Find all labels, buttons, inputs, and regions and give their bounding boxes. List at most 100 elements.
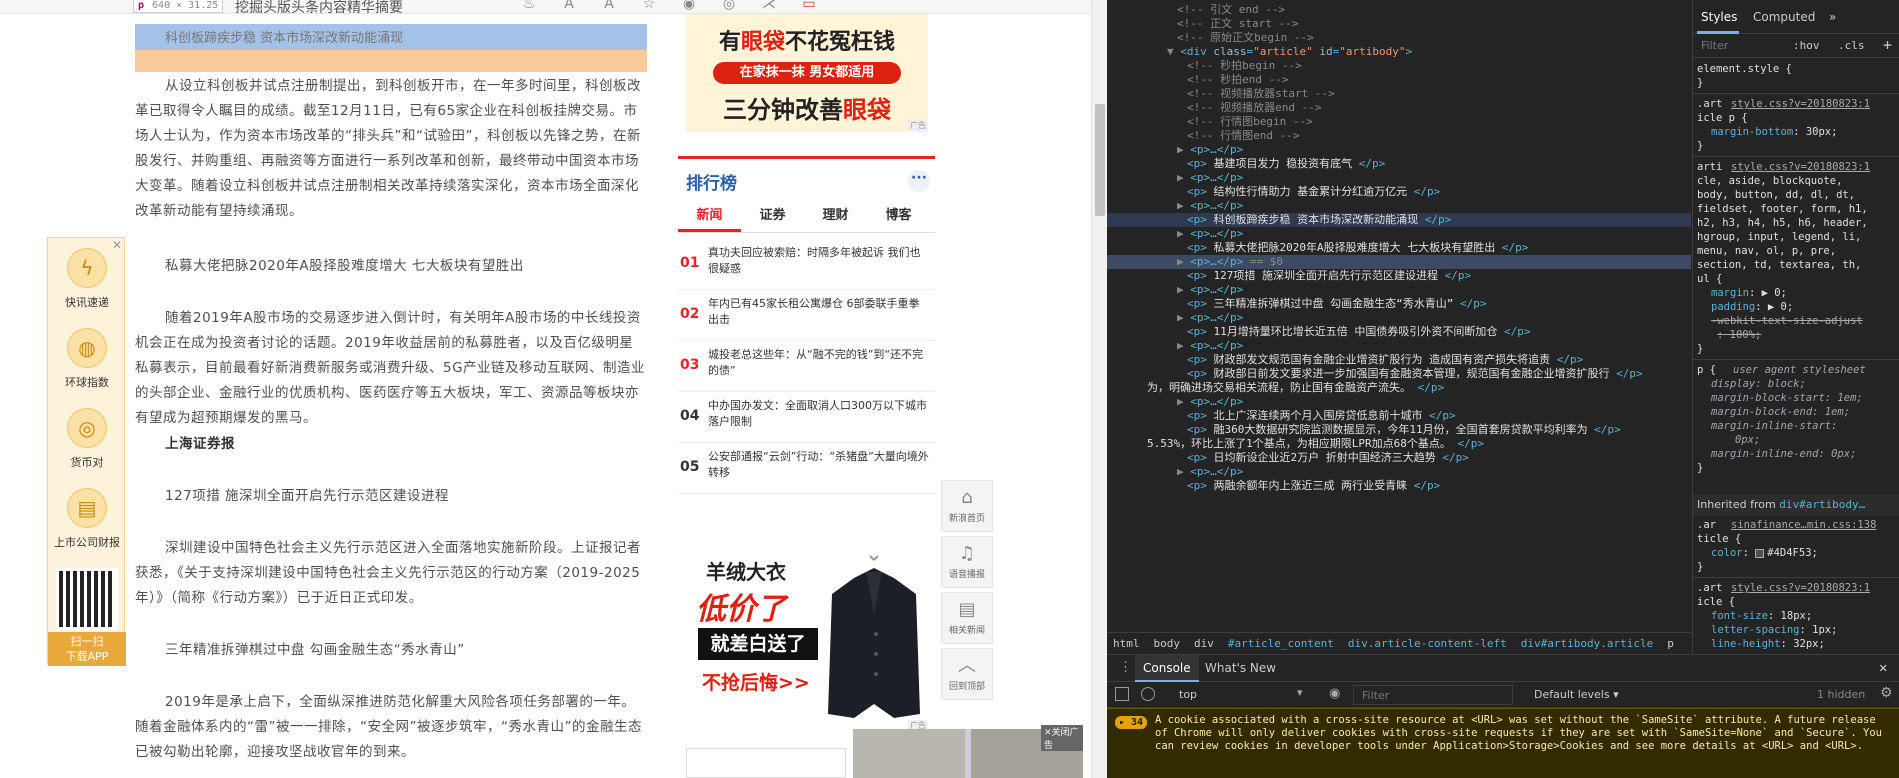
rank-headline[interactable]: 年内已有45家长租公寓爆仓 6部委联手重拳出击 [708,296,930,328]
expand-arrow-icon[interactable]: ▶ [1177,283,1190,296]
related-news-button[interactable]: ▤ 相关新闻 [941,592,993,644]
breadcrumb-item[interactable]: div.article-content-left [1348,637,1507,650]
sidebar-toggle-icon[interactable] [1115,687,1129,701]
photo-ad-strip[interactable]: ✕关闭广告 [853,725,1083,778]
css-property[interactable]: padding [1711,301,1755,313]
currency-pair-button[interactable]: ◎ 货币对 [48,408,126,470]
console-warning[interactable]: ▸ 34 A cookie associated with a cross-si… [1107,708,1899,778]
share-icon[interactable]: ⋌ [760,0,778,12]
clear-console-icon[interactable] [1141,687,1155,701]
weibo-icon[interactable]: ◉ [680,0,698,12]
breadcrumb-item[interactable]: p [1667,637,1674,650]
chevron-down-icon[interactable]: ▾ [1297,686,1303,699]
expand-arrow-icon[interactable]: ▶ [1177,227,1190,240]
ranking-item[interactable]: 01 真功夫回应被索赔：时隔多年被起诉 我们也很疑惑 [678,239,935,290]
new-rule-button[interactable]: + [1883,36,1892,54]
expand-arrow-icon[interactable]: ▶ [1177,311,1190,324]
expand-arrow-icon[interactable]: ▶ [1177,143,1190,156]
dom-node-row[interactable]: ▶ <p>…</p> [1107,171,1691,185]
dom-node-row[interactable]: <p> 财政部发文规范国有金融企业增资扩股行为 造成国有资产损失将追责 </p> [1107,353,1691,367]
dom-node-row[interactable]: ▼ <div class="article" id="artibody"> [1107,45,1691,59]
css-value[interactable]: : 18px; [1768,610,1812,622]
dom-node-row[interactable]: ▶ <p>…</p> [1107,465,1691,479]
expand-arrow-icon[interactable]: ▶ [1177,199,1190,212]
dom-node-row[interactable]: <p> 私募大佬把脉2020年A股择股难度增大 七大板块有望胜出 </p> [1107,241,1691,255]
dom-node-row[interactable]: <p> 127项措 施深圳全面开启先行示范区建设进程 </p> [1107,269,1691,283]
breadcrumb-item[interactable]: html [1113,637,1140,650]
dom-node-row[interactable]: <p> 日均新设企业近2万户 折射中国经济三大趋势 </p> [1107,451,1691,465]
overridden-value[interactable]: : 100%; [1717,329,1761,341]
css-value[interactable]: : 30px; [1793,126,1837,138]
dom-node-row[interactable]: <!-- 视频播放器start --> [1107,87,1691,101]
dom-node-row[interactable]: <!-- 正文 start --> [1107,17,1691,31]
css-property[interactable]: font-size [1711,610,1768,622]
class-toggle[interactable]: .cls [1838,39,1865,52]
dom-node-row[interactable]: ▶ <p>…</p> [1107,395,1691,409]
ranking-item[interactable]: 02 年内已有45家长租公寓爆仓 6部委联手重拳出击 [678,290,935,341]
css-value[interactable]: : ▶ 0; [1755,301,1793,313]
css-value[interactable]: #4D4F53; [1767,547,1818,559]
css-value[interactable]: : ▶ 0; [1749,287,1787,299]
dom-node-row[interactable]: <p> 北上广深连续两个月入围房贷低息前十城市 </p> [1107,409,1691,423]
log-levels-dropdown[interactable]: Default levels ▾ [1534,688,1619,701]
dom-node-row[interactable]: <p> 财政部日前发文要求进一步加强国有金融资本管理，规范国有金融企业增资扩股行… [1107,367,1691,381]
css-property[interactable]: margin-bottom [1711,126,1793,138]
stylesheet-link[interactable]: sinafinance…min.css:138 [1731,518,1876,533]
color-swatch-icon[interactable] [1755,548,1765,558]
overridden-property[interactable]: -webkit-text-size-adjust [1711,315,1863,327]
dom-node-row[interactable]: ▶ <p>…</p> [1107,199,1691,213]
comment-icon[interactable]: ▭ [800,0,818,12]
font-smaller-icon[interactable]: A [600,0,618,12]
wechat-icon[interactable]: ◎ [720,0,738,12]
download-app-label[interactable]: 扫一扫 下载APP [48,632,126,666]
close-ad-button[interactable]: ✕关闭广告 [1041,725,1083,751]
dom-node-row[interactable]: <p> 基建项目发力 稳投资有底气 </p> [1107,157,1691,171]
breadcrumb-item[interactable]: div [1194,637,1214,650]
tab-blog[interactable]: 博客 [867,203,930,232]
breadcrumb-item[interactable]: body [1154,637,1181,650]
tab-more[interactable]: » [1829,10,1836,24]
styles-filter-input[interactable]: Filter [1701,39,1728,52]
stylesheet-link[interactable]: style.css?v=20180823:1 [1731,97,1870,112]
dom-node-row[interactable]: <!-- 秒拍begin --> [1107,59,1691,73]
favorite-icon[interactable]: ☆ [640,0,658,12]
expand-arrow-icon[interactable]: ▶ [1177,171,1190,184]
expand-arrow-icon[interactable]: ▶ [1177,255,1190,268]
dom-node-row[interactable]: <!-- 引文 end --> [1107,3,1691,17]
css-value[interactable]: : 32px; [1781,638,1825,650]
css-property[interactable]: letter-spacing [1711,624,1800,636]
dom-node-row[interactable]: <p> 两融余额年内上涨近三成 两行业受青睐 </p> [1107,479,1691,493]
dom-node-row[interactable]: <!-- 行情图end --> [1107,129,1691,143]
breadcrumb-item[interactable]: div#artibody.article [1521,637,1653,650]
css-value[interactable]: : 1px; [1800,624,1838,636]
dom-node-row[interactable]: 为，明确进场交易相关流程，防止国有金融资产流失。 </p> [1107,381,1691,395]
inherited-element[interactable]: div#artibody… [1779,498,1865,511]
dom-node-row[interactable]: 5.53%，环比上涨了1个基点，为相应期限LPR加点68个基点。 </p> [1107,437,1691,451]
tab-whats-new[interactable]: What's New [1205,655,1276,682]
dom-node-row[interactable]: <p> 三年精准拆弹棋过中盘 勾画金融生态“秀水青山” </p> [1107,297,1691,311]
company-report-button[interactable]: ▤ 上市公司财报 [48,488,126,550]
hover-state-toggle[interactable]: :hov [1793,39,1820,52]
tab-computed[interactable]: Computed [1753,10,1815,24]
page-scrollbar[interactable] [1091,0,1107,778]
gear-icon[interactable]: ⚙ [1880,685,1893,701]
tab-securities[interactable]: 证券 [741,203,804,232]
expand-arrow-icon[interactable]: ▶ [1177,339,1190,352]
css-property[interactable]: margin [1711,287,1749,299]
dom-node-row[interactable]: <p> 融360大数据研究院监测数据显示，今年11月份，全国首套房贷款平均利率为… [1107,423,1691,437]
dom-node-row[interactable]: <!-- 行情图begin --> [1107,115,1691,129]
console-filter-input[interactable]: Filter [1353,685,1513,705]
tab-styles[interactable]: Styles [1701,10,1737,24]
ranking-item[interactable]: 03 城投老总这些年：从“融不完的钱”到“还不完的债” [678,341,935,392]
tab-console[interactable]: Console [1135,655,1199,682]
rank-headline[interactable]: 城投老总这些年：从“融不完的钱”到“还不完的债” [708,347,930,379]
global-index-button[interactable]: ◍ 环球指数 [48,328,126,390]
expand-arrow-icon[interactable]: ▶ [1177,465,1190,478]
more-icon[interactable]: ··· [908,170,930,192]
rank-headline[interactable]: 真功夫回应被索赔：时隔多年被起诉 我们也很疑惑 [708,245,930,277]
tab-news[interactable]: 新闻 [678,203,741,232]
rank-headline[interactable]: 中办国办发文：全面取消人口300万以下城市落户限制 [708,398,930,430]
voice-broadcast-button[interactable]: ♫ 语音播报 [941,536,993,588]
ranking-item[interactable]: 05 公安部通报“云剑”行动：“杀猪盘”大量向境外转移 [678,443,935,494]
back-to-top-button[interactable]: ︿ 回到顶部 [941,648,993,700]
